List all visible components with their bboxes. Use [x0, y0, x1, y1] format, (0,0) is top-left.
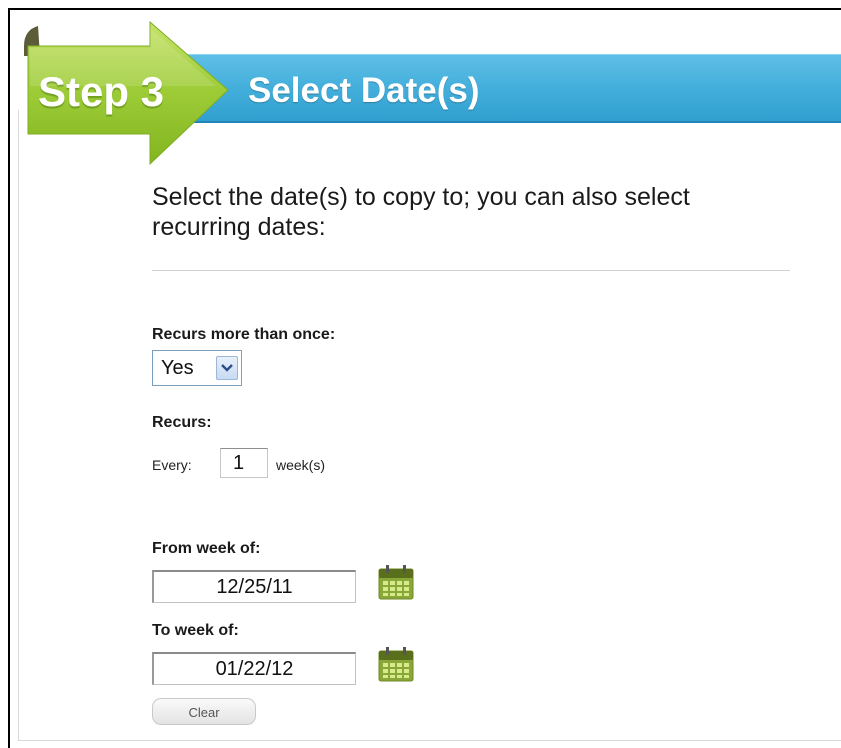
step-label: Step 3 — [38, 68, 165, 115]
interval-value: 1 — [233, 452, 245, 474]
page-title: Select Date(s) — [248, 71, 480, 110]
from-date-input[interactable]: 12/25/11 — [152, 570, 356, 603]
dropdown-button[interactable] — [216, 356, 238, 380]
from-date-value: 12/25/11 — [216, 576, 293, 598]
recurs-more-select[interactable]: Yes — [152, 350, 242, 386]
instructions-text: Select the date(s) to copy to; you can a… — [152, 183, 690, 241]
weeks-unit-label: week(s) — [276, 457, 326, 473]
recurs-label: Recurs: — [152, 414, 212, 431]
to-date-input[interactable]: 01/22/12 — [152, 652, 356, 685]
chevron-down-icon — [221, 364, 233, 372]
interval-input[interactable]: 1 — [220, 448, 268, 478]
divider — [152, 270, 790, 271]
to-date-value: 01/22/12 — [215, 658, 294, 680]
recurs-more-value: Yes — [161, 357, 194, 379]
every-label: Every: — [152, 457, 192, 473]
calendar-icon[interactable] — [376, 563, 416, 603]
calendar-icon[interactable] — [376, 645, 416, 685]
to-week-label: To week of: — [152, 622, 239, 639]
from-week-label: From week of: — [152, 540, 261, 557]
recurs-more-label: Recurs more than once: — [152, 326, 336, 343]
clear-button[interactable]: Clear — [152, 698, 256, 725]
